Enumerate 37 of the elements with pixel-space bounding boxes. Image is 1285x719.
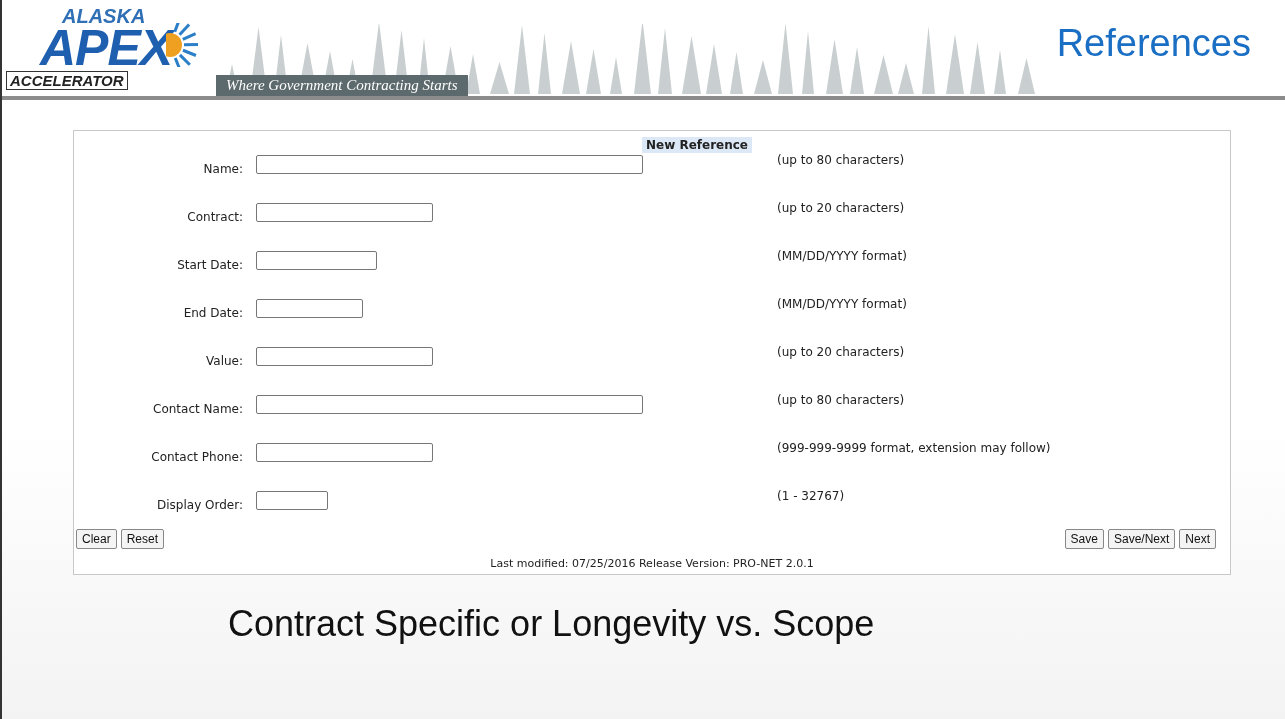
field-label: Start Date: (176, 257, 243, 272)
input-field[interactable] (256, 155, 643, 174)
field-hint: (up to 80 characters) (777, 393, 905, 407)
slide-caption: Contract Specific or Longevity vs. Scope (228, 603, 876, 645)
footer-text: Last modified: 07/25/2016 Release Version: PRO-NET 2.0.1 (490, 557, 814, 570)
field-label: Contact Name: (152, 401, 243, 416)
field-hint: (MM/DD/YYYY format) (777, 249, 907, 263)
slide-title: References (1056, 21, 1252, 66)
logo-text: APEX (40, 26, 173, 71)
input-field[interactable] (256, 203, 433, 222)
field-label: Value: (205, 353, 243, 368)
input-field[interactable] (256, 395, 643, 414)
logo-text: ALASKA (62, 6, 146, 26)
field-label: End Date: (182, 305, 243, 320)
form-button[interactable]: Next (1179, 529, 1216, 549)
field-hint: (up to 20 characters) (777, 201, 905, 215)
form-button[interactable]: Save (1064, 529, 1104, 549)
form-button[interactable]: Reset (120, 529, 165, 549)
field-hint: (999-999-9999 format, extension may follow) (777, 441, 1051, 455)
input-field[interactable] (256, 491, 328, 510)
tagline: Where Government Contracting Starts (216, 75, 468, 96)
field-label: Contract: (186, 209, 243, 224)
field-hint: (up to 20 characters) (777, 345, 905, 359)
field-label: Display Order: (156, 497, 243, 512)
field-hint: (up to 80 characters) (777, 153, 905, 167)
input-field[interactable] (256, 251, 377, 270)
field-hint: (MM/DD/YYYY format) (777, 297, 907, 311)
logo-text: ACCELERATOR (6, 71, 128, 90)
field-label: Contact Phone: (150, 449, 243, 464)
form-title: New Reference (641, 137, 752, 153)
form-button[interactable]: Clear (76, 529, 117, 549)
input-field[interactable] (256, 347, 433, 366)
form-button[interactable]: Save/Next (1107, 529, 1176, 549)
field-hint: (1 - 32767) (777, 489, 845, 503)
input-field[interactable] (256, 443, 433, 462)
input-field[interactable] (256, 299, 363, 318)
field-label: Name: (202, 161, 243, 176)
